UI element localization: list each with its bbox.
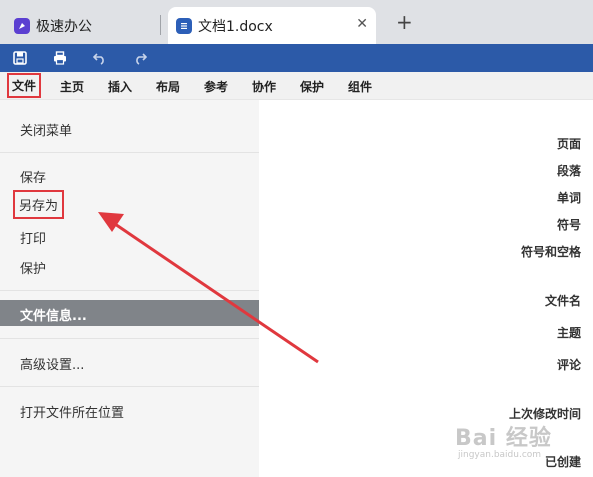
tab-home[interactable]: 极速办公 bbox=[0, 7, 160, 44]
info-label-words: 单词 bbox=[556, 191, 581, 205]
app-window: 极速办公 文档1.docx ✕ + 文件 主页 插入 布局 参考 协作 保护 组… bbox=[0, 0, 593, 477]
new-tab-button[interactable]: + bbox=[396, 12, 413, 32]
protect-item[interactable]: 保护 bbox=[20, 258, 46, 277]
print-item[interactable]: 打印 bbox=[20, 228, 46, 247]
watermark: Bai 经验 bbox=[455, 426, 552, 451]
open-location-item[interactable]: 打开文件所在位置 bbox=[20, 402, 124, 421]
save-icon[interactable] bbox=[11, 49, 29, 67]
watermark-url: jingyan.baidu.com bbox=[458, 450, 542, 460]
file-menu-panel: 关闭菜单 保存 另存为 打印 保护 文件信息... 高级设置... 打开文件所在… bbox=[0, 100, 259, 477]
rocket-icon bbox=[14, 17, 30, 34]
menu-file[interactable]: 文件 bbox=[7, 73, 42, 98]
divider bbox=[0, 290, 259, 291]
save-item[interactable]: 保存 bbox=[20, 167, 46, 186]
info-label-paragraphs: 段落 bbox=[556, 164, 581, 178]
menu-protect[interactable]: 保护 bbox=[300, 78, 324, 95]
redo-icon[interactable] bbox=[131, 49, 149, 67]
tab-document-label: 文档1.docx bbox=[198, 18, 273, 35]
menu-layout[interactable]: 布局 bbox=[156, 78, 180, 95]
info-label-symbols-spaces: 符号和空格 bbox=[520, 245, 581, 259]
info-label-comments: 评论 bbox=[556, 358, 581, 372]
undo-icon[interactable] bbox=[91, 49, 109, 67]
file-info-label: 文件信息... bbox=[20, 309, 87, 324]
menu-bar: 文件 主页 插入 布局 参考 协作 保护 组件 bbox=[0, 72, 593, 100]
tab-home-label: 极速办公 bbox=[36, 18, 92, 35]
info-label-filename: 文件名 bbox=[544, 294, 581, 308]
divider bbox=[0, 386, 259, 387]
menu-collaborate[interactable]: 协作 bbox=[252, 78, 276, 95]
info-label-symbols: 符号 bbox=[556, 218, 581, 232]
info-label-pages: 页面 bbox=[556, 137, 581, 151]
divider bbox=[0, 152, 259, 153]
close-icon[interactable]: ✕ bbox=[356, 16, 368, 32]
info-label-subject: 主题 bbox=[556, 326, 581, 340]
divider bbox=[0, 338, 259, 339]
info-label-created: 已创建 bbox=[544, 455, 581, 469]
tab-document[interactable]: 文档1.docx ✕ bbox=[168, 7, 376, 44]
menu-home[interactable]: 主页 bbox=[60, 78, 84, 95]
menu-references[interactable]: 参考 bbox=[204, 78, 228, 95]
advanced-settings-item[interactable]: 高级设置... bbox=[20, 354, 84, 373]
quick-toolbar bbox=[0, 44, 593, 72]
menu-plugins[interactable]: 组件 bbox=[348, 78, 372, 95]
document-icon bbox=[176, 17, 192, 34]
tab-bar: 极速办公 文档1.docx ✕ + bbox=[0, 0, 593, 44]
tab-separator bbox=[160, 15, 161, 35]
file-info-item[interactable]: 文件信息... bbox=[0, 300, 259, 326]
close-menu-item[interactable]: 关闭菜单 bbox=[20, 120, 72, 139]
print-icon[interactable] bbox=[51, 49, 69, 67]
save-as-item[interactable]: 另存为 bbox=[13, 190, 65, 219]
menu-insert[interactable]: 插入 bbox=[108, 78, 132, 95]
